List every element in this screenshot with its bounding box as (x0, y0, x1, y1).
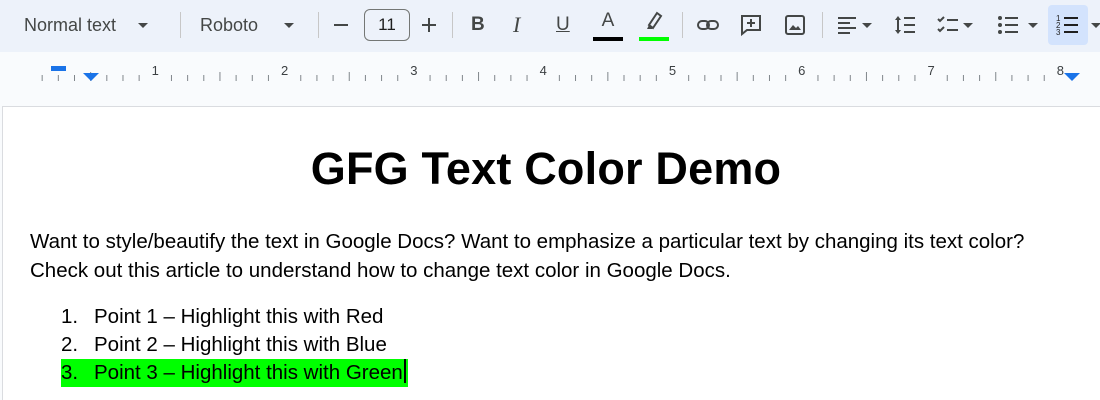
link-icon (697, 20, 719, 30)
body-paragraph[interactable]: Want to style/beautify the text in Googl… (30, 227, 1070, 285)
toolbar-divider (180, 12, 181, 38)
insert-image-button[interactable] (783, 7, 807, 43)
minus-icon (334, 24, 348, 26)
highlighter-icon (647, 11, 663, 30)
align-left-icon (838, 17, 856, 34)
list-item[interactable]: 2. Point 2 – Highlight this with Blue (61, 331, 408, 359)
font-family-dropdown[interactable]: Roboto (200, 7, 295, 43)
formatting-toolbar: Normal text Roboto 11 B I U A 1 2 3 (0, 0, 1100, 52)
line-spacing-button[interactable] (893, 7, 917, 43)
underline-label: U (556, 14, 570, 35)
svg-text:3: 3 (1056, 28, 1061, 37)
toolbar-divider (682, 12, 683, 38)
text-color-swatch (593, 37, 623, 41)
font-family-label: Roboto (200, 14, 259, 35)
align-dropdown[interactable] (836, 7, 872, 43)
bold-button[interactable]: B (471, 7, 485, 43)
italic-button[interactable]: I (513, 7, 520, 43)
checklist-icon (937, 16, 958, 33)
horizontal-ruler: 1 2 3 4 5 6 7 8 (0, 52, 1100, 96)
bulleted-list-icon (998, 16, 1018, 34)
right-indent-marker[interactable] (1064, 73, 1080, 81)
plus-icon (422, 18, 436, 32)
font-size-input[interactable]: 11 (364, 9, 410, 41)
text-color-label: A (601, 10, 615, 31)
chevron-down-icon (1028, 22, 1038, 28)
highlight-color-button[interactable] (639, 7, 669, 43)
highlight-color-swatch (639, 37, 669, 41)
chevron-down-icon (1091, 22, 1100, 28)
text-color-button[interactable]: A (593, 7, 623, 43)
document-page[interactable]: GFG Text Color Demo Want to style/beauti… (2, 106, 1100, 400)
chevron-down-icon (862, 22, 872, 28)
add-comment-button[interactable] (739, 7, 763, 43)
chevron-down-icon (284, 22, 295, 28)
ruler-label: 2 (281, 63, 288, 78)
document-title[interactable]: GFG Text Color Demo (3, 143, 1089, 195)
bulleted-list-dropdown[interactable] (996, 7, 1038, 43)
paragraph-style-label: Normal text (24, 14, 117, 35)
paragraph-style-dropdown[interactable]: Normal text (24, 7, 149, 43)
list-item-text: Point 3 – Highlight this with Green (94, 361, 403, 384)
ruler-label: 8 (1057, 63, 1064, 78)
numbered-list: 1. Point 1 – Highlight this with Red 2. … (61, 303, 408, 387)
bold-label: B (471, 14, 485, 35)
decrease-font-size-button[interactable] (333, 7, 349, 43)
ruler-label: 1 (152, 63, 159, 78)
line-spacing-icon (895, 16, 915, 34)
add-comment-icon (741, 15, 761, 37)
text-cursor (403, 359, 406, 383)
list-item-number: 2. (61, 333, 79, 356)
numbered-list-icon: 1 2 3 (1056, 14, 1078, 37)
toolbar-divider (822, 12, 823, 38)
list-item-text: Point 1 – Highlight this with Red (94, 305, 384, 328)
list-item[interactable]: 1. Point 1 – Highlight this with Red (61, 303, 408, 331)
increase-font-size-button[interactable] (421, 7, 437, 43)
ruler-label: 7 (927, 63, 934, 78)
toolbar-divider (452, 12, 453, 38)
checklist-dropdown[interactable] (936, 7, 973, 43)
left-indent-marker[interactable] (83, 73, 99, 81)
chevron-down-icon (138, 22, 149, 28)
insert-image-icon (785, 15, 805, 35)
list-item-number: 1. (61, 305, 79, 328)
chevron-down-icon (963, 22, 973, 28)
first-line-indent-marker[interactable] (51, 66, 66, 71)
numbered-list-icon-wrap: 1 2 3 (1056, 7, 1080, 43)
insert-link-button[interactable] (696, 7, 720, 43)
underline-button[interactable]: U (556, 7, 570, 43)
list-item-number: 3. (61, 361, 79, 384)
italic-label: I (513, 12, 521, 37)
ruler-label: 3 (410, 63, 417, 78)
toolbar-divider (318, 12, 319, 38)
ruler-label: 6 (798, 63, 805, 78)
numbered-list-options[interactable] (1091, 7, 1100, 43)
list-item-highlighted[interactable]: 3. Point 3 – Highlight this with Green (61, 359, 408, 387)
ruler-scale: 1 2 3 4 5 6 7 8 (41, 63, 1080, 81)
list-item-text: Point 2 – Highlight this with Blue (94, 333, 387, 356)
ruler-label: 5 (669, 63, 676, 78)
ruler-label: 4 (540, 63, 547, 78)
